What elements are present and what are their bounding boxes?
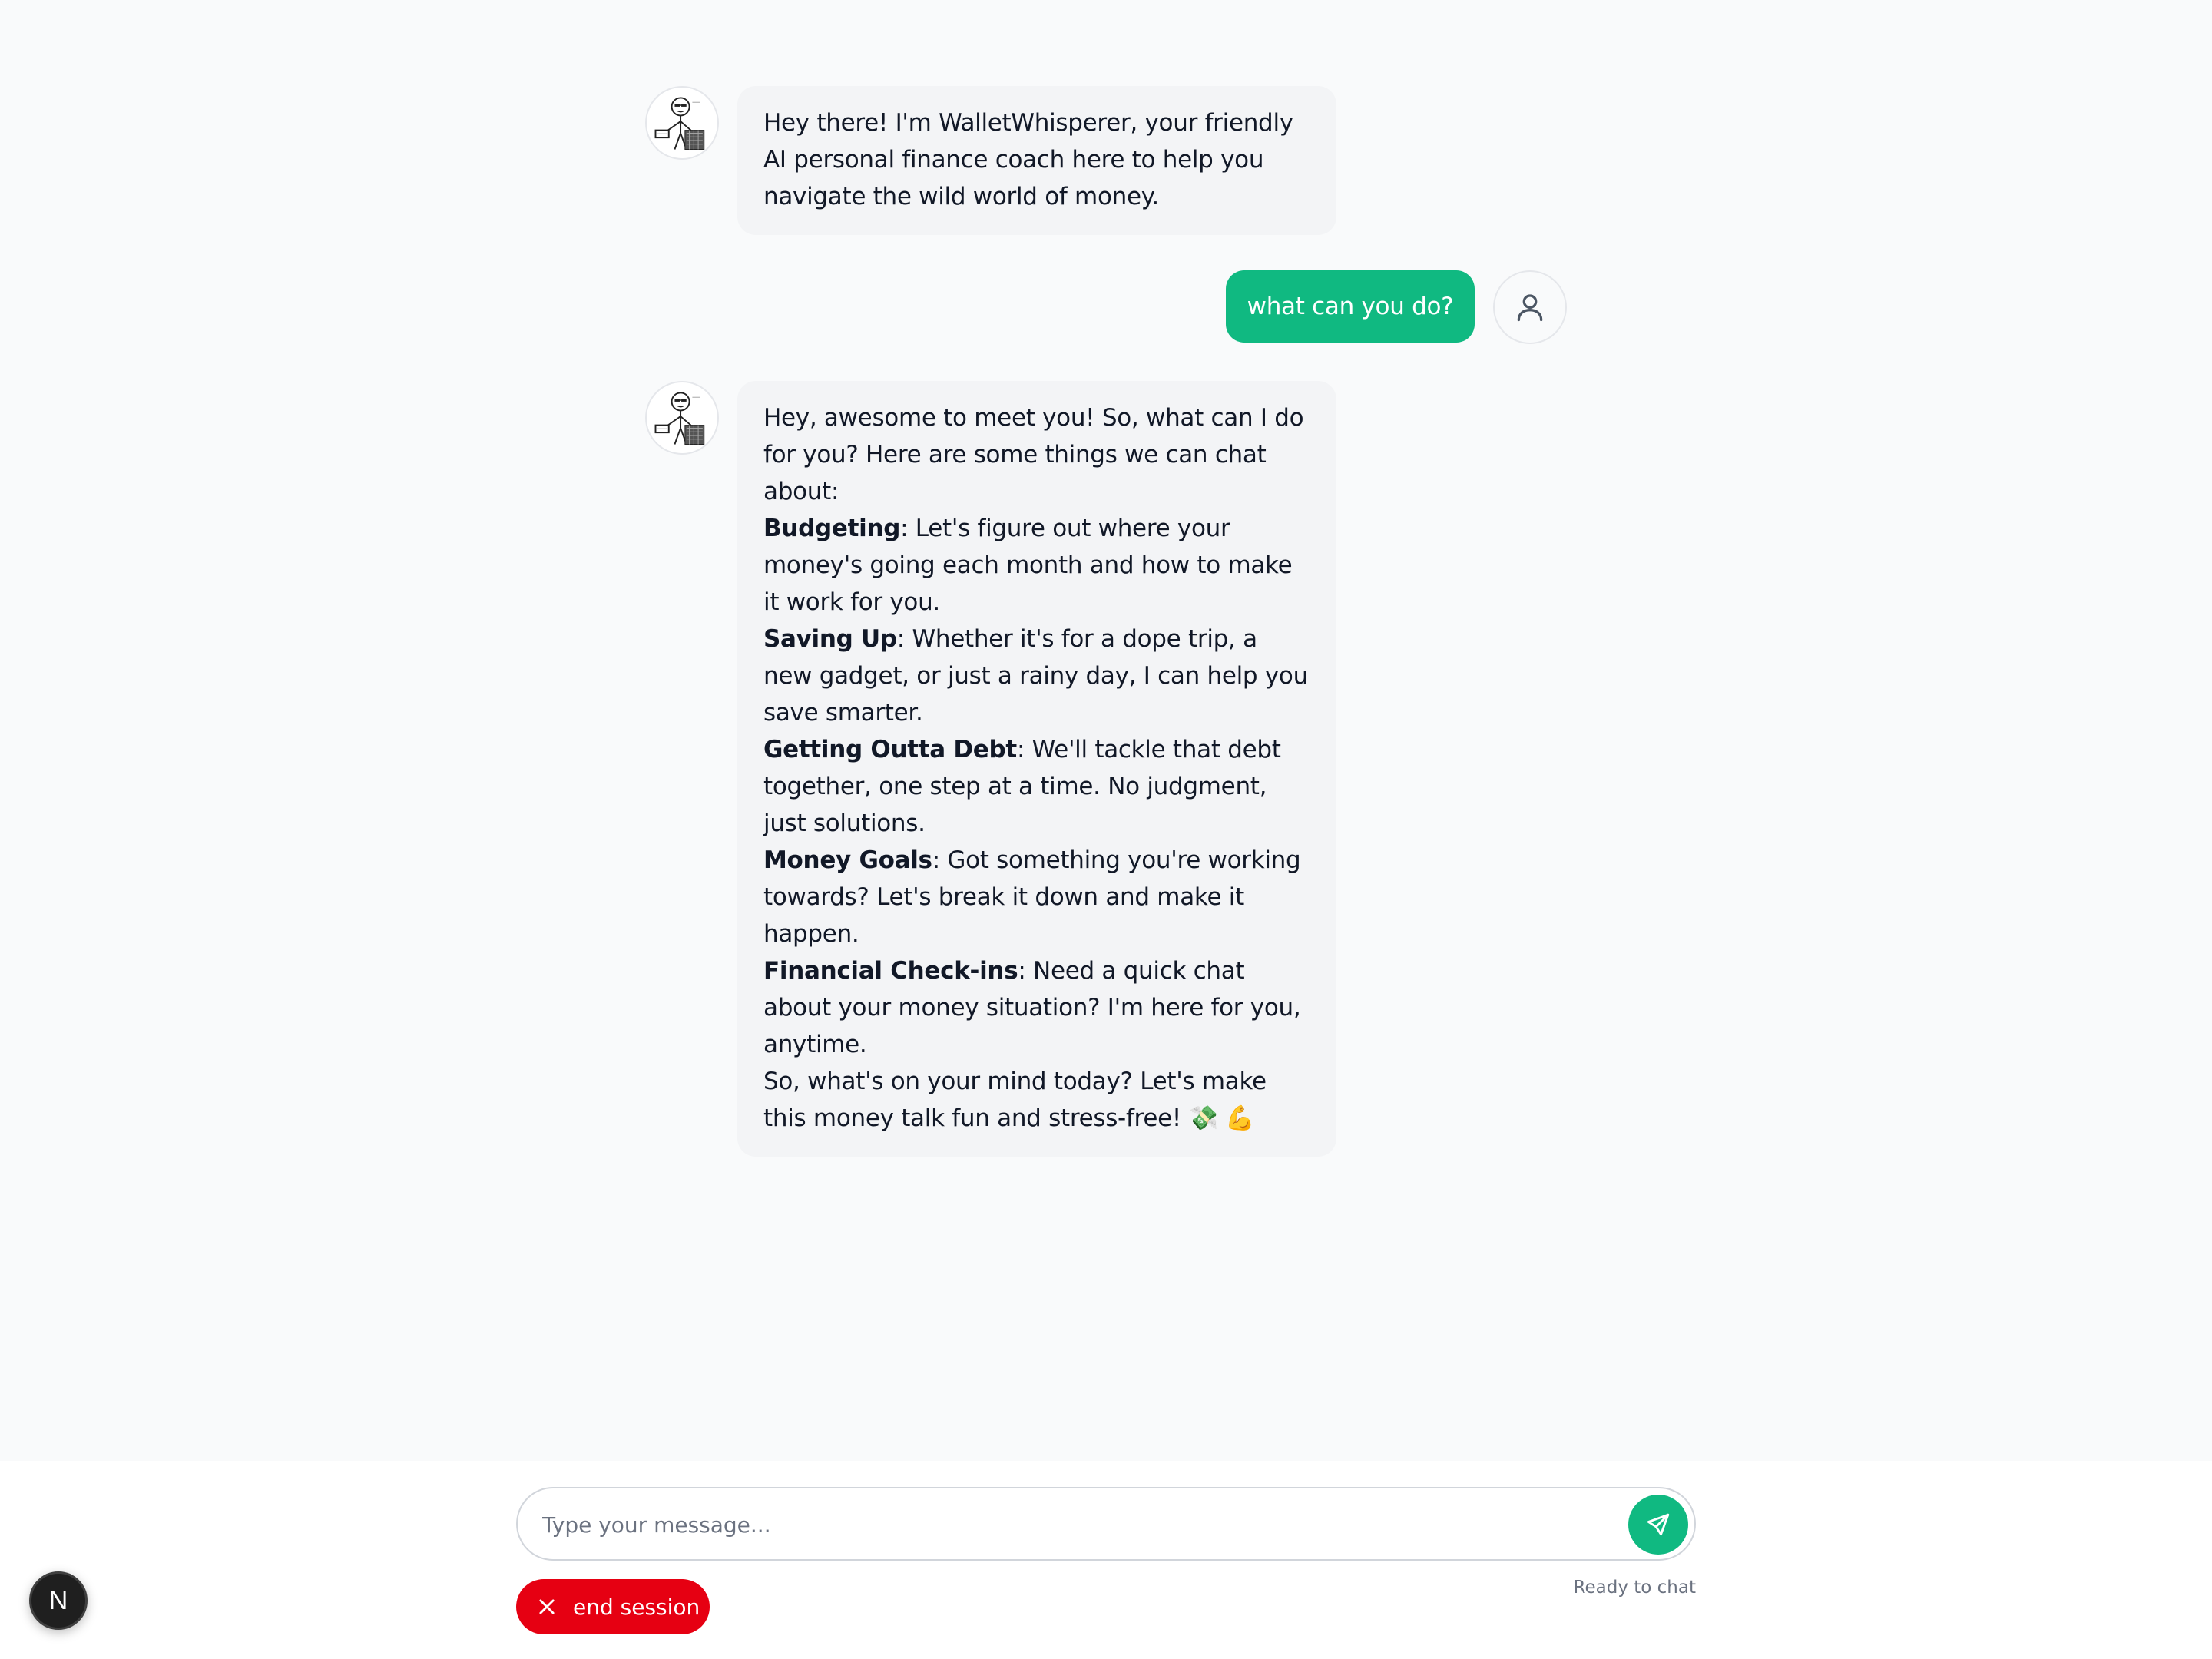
capability-title: Money Goals (763, 846, 932, 874)
assistant-avatar (645, 86, 719, 160)
chat-message-list[interactable]: Hey there! I'm WalletWhisperer, your fri… (0, 0, 2212, 1461)
assistant-outro-text: So, what's on your mind today? Let's mak… (763, 1068, 1267, 1132)
assistant-message-text: Hey there! I'm WalletWhisperer, your fri… (763, 109, 1293, 210)
assistant-message-bubble: Hey there! I'm WalletWhisperer, your fri… (737, 86, 1336, 235)
stick-figure-money-avatar-icon (654, 97, 705, 150)
capability-item-debt: Getting Outta Debt: We'll tackle that de… (763, 731, 1310, 842)
assistant-intro-text: Hey, awesome to meet you! So, what can I… (763, 404, 1304, 505)
nextjs-dev-badge[interactable]: N (29, 1571, 88, 1630)
user-message-bubble: what can you do? (1226, 270, 1475, 343)
capability-item-check-ins: Financial Check-ins: Need a quick chat a… (763, 952, 1310, 1063)
assistant-avatar (645, 381, 719, 455)
app-root: Hey there! I'm WalletWhisperer, your fri… (0, 0, 2212, 1659)
stick-figure-money-avatar-icon (654, 392, 705, 445)
close-icon (539, 1599, 555, 1614)
capability-title: Saving Up (763, 625, 897, 653)
capability-item-money-goals: Money Goals: Got something you're workin… (763, 842, 1310, 952)
assistant-message-bubble: Hey, awesome to meet you! So, what can I… (737, 381, 1336, 1157)
user-message-text: what can you do? (1247, 293, 1454, 320)
send-icon (1647, 1513, 1670, 1536)
capability-item-budgeting: Budgeting: Let's figure out where your m… (763, 510, 1310, 621)
capability-title: Getting Outta Debt (763, 736, 1017, 763)
user-icon (1517, 294, 1543, 322)
message-input[interactable] (541, 1499, 1604, 1550)
message-input-wrapper (516, 1487, 1696, 1561)
composer-bar: end session Ready to chat (0, 1461, 2212, 1659)
user-avatar (1493, 270, 1567, 344)
capability-item-saving-up: Saving Up: Whether it's for a dope trip,… (763, 621, 1310, 731)
capability-title: Financial Check-ins (763, 957, 1018, 985)
end-session-button[interactable]: end session (516, 1579, 710, 1634)
capability-title: Budgeting (763, 515, 901, 542)
send-button[interactable] (1628, 1495, 1688, 1555)
status-text: Ready to chat (1573, 1578, 1696, 1598)
nextjs-logo-icon: N (48, 1585, 68, 1615)
end-session-label: end session (573, 1594, 700, 1620)
